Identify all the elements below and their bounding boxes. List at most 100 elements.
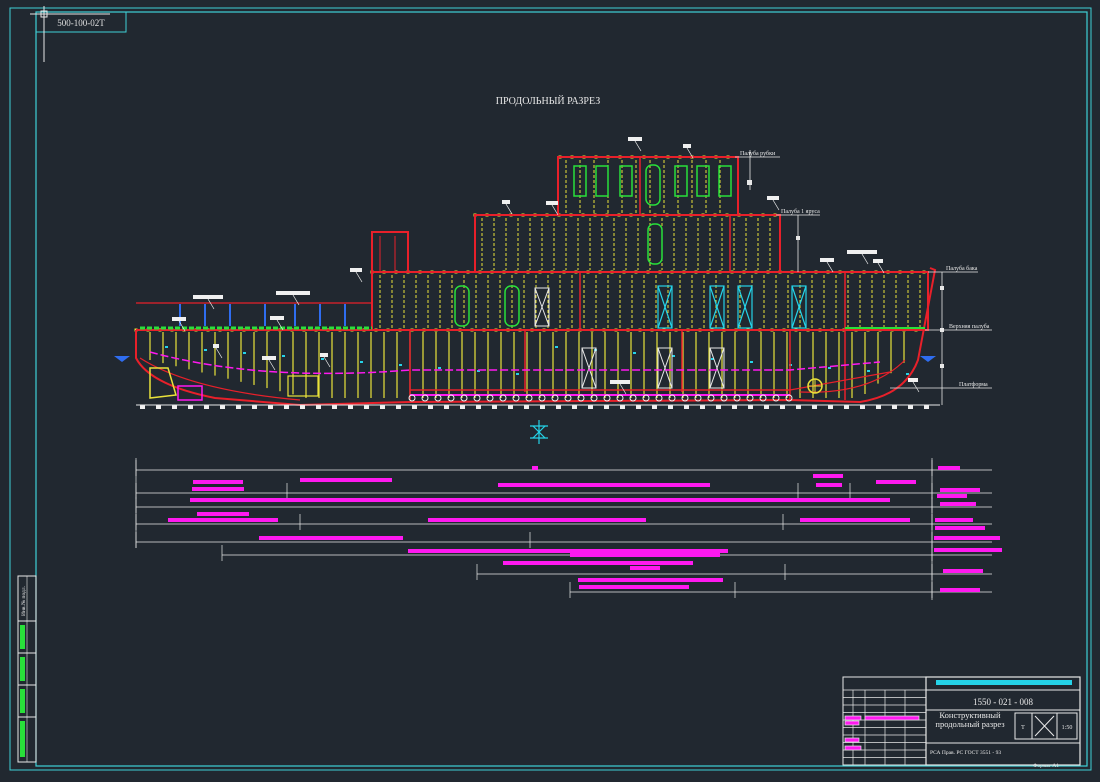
callout-tag: [213, 344, 219, 348]
keel-block: [140, 405, 145, 409]
frame-mark: [282, 355, 285, 357]
keel-block: [364, 405, 369, 409]
title-block-header-bar: [936, 680, 1072, 685]
frame-mark: [516, 373, 519, 375]
dimension-value-bar: [816, 483, 842, 487]
label-deck-1: Палуба 1 яруса: [781, 208, 820, 215]
dimension-value-bar: [197, 512, 249, 516]
keel-block: [700, 405, 705, 409]
callout-leader: [912, 381, 920, 393]
frame-mark: [360, 361, 363, 363]
title-block: 1550 - 021 - 008 Конструктивный продольн…: [842, 676, 1081, 769]
keel-block: [300, 405, 305, 409]
frame-mark: [750, 361, 753, 363]
dimension-value-bar: [570, 553, 720, 557]
dimension-value-bar: [934, 536, 1000, 540]
dimension-value-bar: [259, 536, 403, 540]
drawing-number: 1550 - 021 - 008: [973, 697, 1033, 707]
keel-block: [748, 405, 753, 409]
dimension-value-bar: [168, 518, 278, 522]
register-note: РСА Прав. РС ГОСТ 3551 - 93: [930, 750, 1001, 756]
drawing-title: ПРОДОЛЬНЫЙ РАЗРЕЗ: [496, 95, 600, 107]
keel-block: [924, 405, 929, 409]
frame-mark: [165, 346, 168, 348]
waterline-marker-fwd: [920, 356, 936, 362]
dimension-value-bar: [934, 548, 1002, 552]
keel-block: [860, 405, 865, 409]
keel-block: [764, 405, 769, 409]
keel-block: [892, 405, 897, 409]
keel-block: [348, 405, 353, 409]
dimension-value-bar: [428, 518, 646, 522]
keel-block: [236, 405, 241, 409]
callout-leader: [323, 356, 331, 368]
keel-block: [556, 405, 561, 409]
callout-leader: [619, 383, 627, 395]
callout-tag: [683, 144, 691, 148]
frames-lower-hull: [149, 332, 909, 398]
side-stamp-label: Инв.№ подл.: [21, 585, 27, 616]
frame-mark: [828, 367, 831, 369]
callout-tag: [820, 258, 834, 262]
keel-block: [204, 405, 209, 409]
callout-tag: [502, 200, 510, 204]
title-block-entry: [844, 745, 862, 751]
dimension-value-bar: [940, 488, 980, 492]
callout-leader: [268, 359, 276, 371]
ship-section: [114, 155, 940, 444]
dimension-value-bar: [938, 466, 960, 470]
keel-block: [620, 405, 625, 409]
stern-hull-line: [139, 357, 301, 401]
callout-leader: [634, 140, 642, 152]
dimension-value-bar: [937, 494, 967, 498]
dimension-value-bar: [193, 480, 243, 484]
keel-block: [332, 405, 337, 409]
keel-block: [220, 405, 225, 409]
side-stamp: Инв.№ подл.: [17, 575, 37, 763]
stringer-magenta: [149, 351, 881, 375]
callout-tag: [847, 250, 877, 254]
callout-tag: [767, 196, 779, 200]
keel-block: [828, 405, 833, 409]
dimension-value-bar: [935, 518, 973, 522]
callout-leader: [215, 347, 223, 359]
frame-mark: [399, 364, 402, 366]
frame-mark: [555, 346, 558, 348]
steering-gear: [177, 385, 203, 401]
corner-tag: 500-100-02Т: [57, 18, 105, 28]
sheet-inner-border: [35, 11, 1088, 767]
dimension-value-bar: [630, 566, 660, 570]
callout-leader: [355, 271, 363, 283]
title-block-entry: [864, 715, 920, 721]
dimension-value-bar: [192, 487, 244, 491]
frame-mark: [906, 373, 909, 375]
dimension-chains: [135, 458, 1002, 600]
keel-block: [508, 405, 513, 409]
keel-block: [908, 405, 913, 409]
dimension-value-bar: [578, 578, 723, 582]
frame-mark: [243, 352, 246, 354]
keel-block: [636, 405, 641, 409]
callout-tag: [610, 380, 630, 384]
sheet-format: Формат А1: [1033, 763, 1059, 769]
keel-block: [524, 405, 529, 409]
keel-block: [844, 405, 849, 409]
keel-block: [412, 405, 417, 409]
keel-block: [812, 405, 817, 409]
callout-leader: [772, 199, 780, 211]
keel-block: [460, 405, 465, 409]
callout-tag: [350, 268, 362, 272]
keel-block: [428, 405, 433, 409]
keel-block: [668, 405, 673, 409]
keel-block: [796, 405, 801, 409]
keel-block: [684, 405, 689, 409]
callout-tag: [193, 295, 223, 299]
keel-block: [604, 405, 609, 409]
keel-block: [780, 405, 785, 409]
keel-block: [732, 405, 737, 409]
dimension-value-bar: [579, 585, 689, 589]
dimension-value-bar: [408, 549, 728, 553]
keel-block: [268, 405, 273, 409]
keel-block: [876, 405, 881, 409]
dimension-value-bar: [813, 474, 843, 478]
